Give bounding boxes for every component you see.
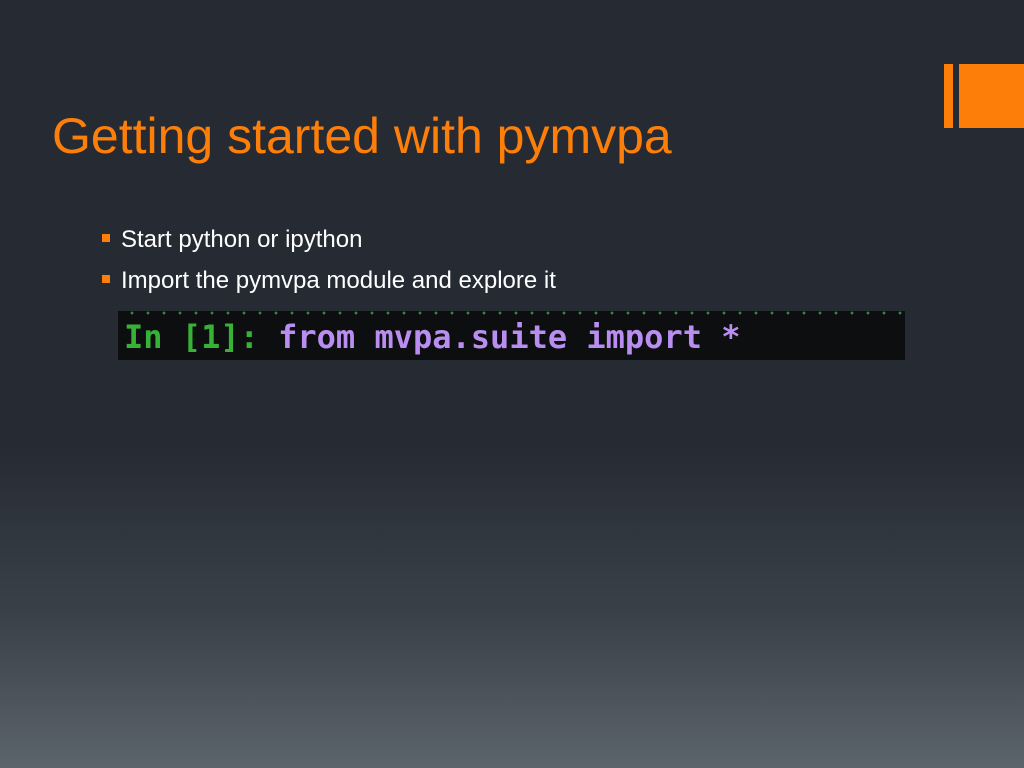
bullet-text: Start python or ipython (121, 226, 363, 253)
code-screenshot: In [1]: from mvpa.suite import * (118, 311, 905, 360)
slide-title: Getting started with pymvpa (52, 108, 672, 164)
code-line: In [1]: from mvpa.suite import * (124, 316, 741, 358)
decorative-bar-wide (959, 64, 1024, 128)
python-command: from mvpa.suite import * (278, 318, 741, 356)
decorative-bar-thin (944, 64, 953, 128)
bullet-item: Import the pymvpa module and explore it (100, 263, 556, 304)
slide: Getting started with pymvpa Start python… (0, 0, 1024, 768)
square-bullet-icon (102, 234, 110, 242)
ipython-prompt: In [1]: (124, 318, 279, 356)
terminal-dotted-border (118, 311, 905, 315)
bullet-item: Start python or ipython (100, 222, 556, 263)
square-bullet-icon (102, 275, 110, 283)
bullet-list: Start python or ipython Import the pymvp… (100, 222, 556, 304)
bullet-text: Import the pymvpa module and explore it (121, 267, 556, 294)
